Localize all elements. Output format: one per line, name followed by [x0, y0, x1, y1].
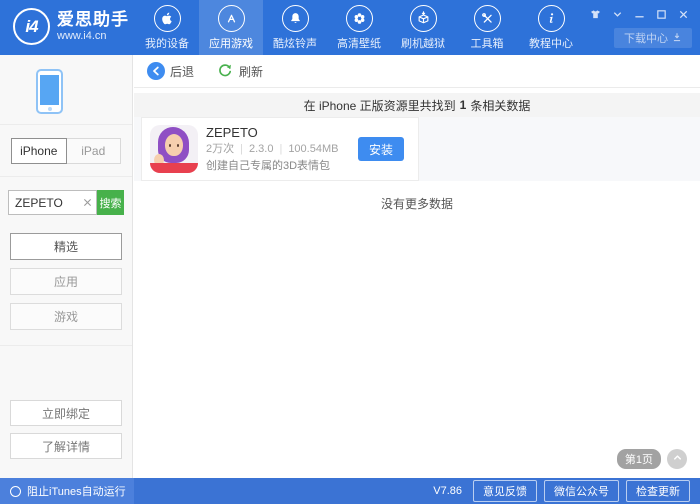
device-panel [0, 55, 132, 125]
tools-icon [473, 4, 501, 32]
sidebar: iPhone iPad 搜索 精选 应用 游戏 立即绑定 了解详情 [0, 55, 133, 478]
tab-iphone[interactable]: iPhone [11, 138, 67, 164]
page-badge: 第1页 [616, 449, 661, 469]
refresh-button[interactable]: 刷新 [216, 62, 263, 80]
header: i4 爱思助手 www.i4.cn 我的设备 应用游戏 酷炫铃声 高清壁纸 刷机… [0, 0, 700, 55]
nav-wallpapers[interactable]: 高清壁纸 [327, 0, 391, 55]
version-label: V7.86 [433, 485, 462, 497]
iphone-device-icon[interactable] [36, 69, 63, 114]
nav-label: 刷机越狱 [401, 37, 445, 50]
tab-ipad[interactable]: iPad [66, 138, 121, 164]
i4-assistant-window: i4 爱思助手 www.i4.cn 我的设备 应用游戏 酷炫铃声 高清壁纸 刷机… [0, 0, 700, 504]
chevron-down-icon[interactable] [611, 8, 624, 21]
nav-label: 高清壁纸 [337, 37, 381, 50]
apple-icon [153, 4, 181, 32]
skin-icon[interactable] [589, 8, 602, 21]
app-downloads: 2万次 [206, 143, 235, 155]
refresh-icon [216, 62, 234, 80]
wechat-account-button[interactable]: 微信公众号 [544, 480, 619, 502]
bind-now-button[interactable]: 立即绑定 [10, 400, 122, 426]
status-bar: 阻止iTunes自动运行 V7.86 意见反馈 微信公众号 检查更新 [0, 478, 700, 504]
zepeto-app-icon [150, 125, 198, 173]
nav-label: 我的设备 [145, 37, 189, 50]
result-count: 1 [459, 98, 467, 112]
download-icon [672, 32, 682, 45]
download-center-label: 下载中心 [624, 33, 668, 45]
nav-toolbox[interactable]: 工具箱 [455, 0, 519, 55]
download-center-button[interactable]: 下载中心 [614, 28, 692, 48]
device-type-toggle: iPhone iPad [0, 125, 132, 177]
nav-label: 酷炫铃声 [273, 37, 317, 50]
category-games[interactable]: 游戏 [10, 303, 122, 330]
app-version: 2.3.0 [248, 143, 274, 155]
block-itunes-toggle[interactable]: 阻止iTunes自动运行 [0, 478, 134, 504]
flower-icon [345, 4, 373, 32]
nav-my-devices[interactable]: 我的设备 [135, 0, 199, 55]
back-icon [147, 62, 165, 80]
nav-label: 工具箱 [470, 37, 504, 50]
nav-label: 教程中心 [529, 37, 573, 50]
box-icon [409, 4, 437, 32]
nav-apps-games[interactable]: 应用游戏 [199, 0, 263, 55]
search-bar: 搜索 [0, 177, 132, 232]
result-suffix: 条相关数据 [470, 98, 531, 113]
bell-icon [281, 4, 309, 32]
app-size: 100.54MB [288, 143, 339, 155]
feedback-button[interactable]: 意见反馈 [473, 480, 537, 502]
back-button[interactable]: 后退 [147, 62, 194, 80]
sidebar-bottom-actions: 立即绑定 了解详情 [0, 400, 132, 478]
search-input[interactable] [9, 195, 78, 210]
refresh-label: 刷新 [239, 64, 264, 79]
install-button[interactable]: 安装 [358, 137, 404, 161]
window-controls [589, 8, 690, 21]
nav-tutorials[interactable]: 教程中心 [519, 0, 583, 55]
no-more-data-text: 没有更多数据 [380, 197, 453, 211]
scroll-to-top-button[interactable] [667, 449, 687, 469]
back-label: 后退 [170, 64, 195, 79]
appstore-icon [217, 4, 245, 32]
maximize-icon[interactable] [655, 8, 668, 21]
category-apps[interactable]: 应用 [10, 268, 122, 295]
nav-flash-jailbreak[interactable]: 刷机越狱 [391, 0, 455, 55]
main-content: 后退 刷新 在 iPhone 正版资源里共找到 1 条相关数据 ZEPETO 2… [134, 55, 700, 478]
nav-label: 应用游戏 [209, 37, 253, 50]
close-icon[interactable] [677, 8, 690, 21]
learn-details-button[interactable]: 了解详情 [10, 433, 122, 459]
category-list: 精选 应用 游戏 [0, 232, 132, 346]
search-button[interactable]: 搜索 [97, 190, 124, 215]
radio-icon[interactable] [10, 485, 21, 497]
result-list: ZEPETO 2万次 | 2.3.0 | 100.54MB 创建自己专属的3D表… [134, 117, 700, 181]
check-update-button[interactable]: 检查更新 [626, 480, 690, 502]
content-toolbar: 后退 刷新 [134, 55, 700, 88]
pager: 第1页 [616, 449, 687, 469]
i4-logo-icon: i4 [13, 8, 50, 45]
minimize-icon[interactable] [633, 8, 646, 21]
nav-ringtones[interactable]: 酷炫铃声 [263, 0, 327, 55]
chevron-up-icon [672, 452, 683, 466]
app-title: 爱思助手 [57, 10, 129, 30]
app-meta: 2万次 | 2.3.0 | 100.54MB [206, 141, 338, 158]
app-logo: i4 爱思助手 www.i4.cn [13, 8, 129, 45]
search-box [8, 190, 97, 215]
app-name: ZEPETO [206, 125, 258, 140]
result-prefix: 在 iPhone 正版资源里共找到 [303, 98, 456, 113]
search-result-banner: 在 iPhone 正版资源里共找到 1 条相关数据 [134, 93, 700, 117]
block-itunes-label: 阻止iTunes自动运行 [27, 486, 126, 498]
app-card-zepeto[interactable]: ZEPETO 2万次 | 2.3.0 | 100.54MB 创建自己专属的3D表… [141, 117, 419, 181]
info-icon [537, 4, 565, 32]
app-description: 创建自己专属的3D表情包 [206, 160, 331, 172]
clear-search-icon[interactable] [78, 194, 96, 212]
category-featured[interactable]: 精选 [10, 233, 122, 260]
app-url: www.i4.cn [57, 29, 107, 42]
main-nav: 我的设备 应用游戏 酷炫铃声 高清壁纸 刷机越狱 工具箱 教程中心 [135, 0, 583, 55]
